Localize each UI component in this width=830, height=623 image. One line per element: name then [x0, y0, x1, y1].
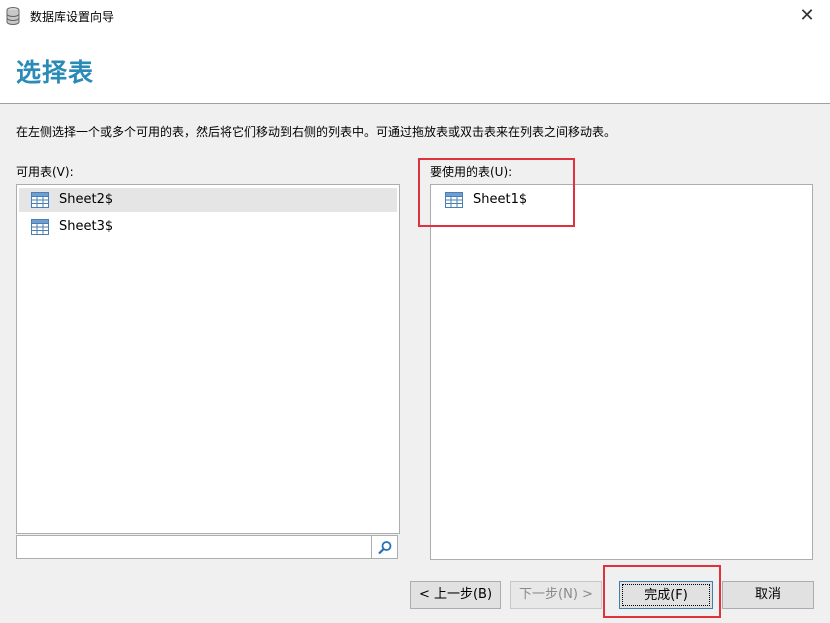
- cancel-button[interactable]: 取消: [722, 581, 814, 609]
- list-item[interactable]: Sheet2$: [19, 188, 397, 212]
- used-tables-list[interactable]: Sheet1$: [430, 184, 813, 560]
- list-item[interactable]: Sheet3$: [19, 215, 397, 239]
- search-button[interactable]: [372, 535, 398, 559]
- available-tables-list[interactable]: Sheet2$ Sheet3$: [16, 184, 400, 534]
- table-name: Sheet3$: [59, 219, 114, 234]
- table-icon: [31, 219, 49, 235]
- back-button[interactable]: < 上一步(B): [410, 581, 501, 609]
- next-button[interactable]: 下一步(N) >: [510, 581, 602, 609]
- database-icon: [6, 7, 20, 25]
- page-title: 选择表: [16, 58, 95, 87]
- instructions-text: 在左侧选择一个或多个可用的表，然后将它们移动到右侧的列表中。可通过拖放表或双击表…: [16, 125, 617, 139]
- close-icon[interactable]: ✕: [784, 0, 830, 32]
- available-tables-label: 可用表(V):: [16, 165, 74, 179]
- search-icon: [378, 541, 392, 555]
- table-icon: [31, 192, 49, 208]
- wizard-header: 选择表: [0, 33, 830, 104]
- highlight-box-used-tables: [418, 158, 575, 227]
- highlight-box-finish: [603, 565, 721, 618]
- window-title: 数据库设置向导: [30, 10, 115, 24]
- table-name: Sheet2$: [59, 192, 114, 207]
- search-input[interactable]: [16, 535, 372, 559]
- title-bar: 数据库设置向导 ✕: [0, 0, 830, 33]
